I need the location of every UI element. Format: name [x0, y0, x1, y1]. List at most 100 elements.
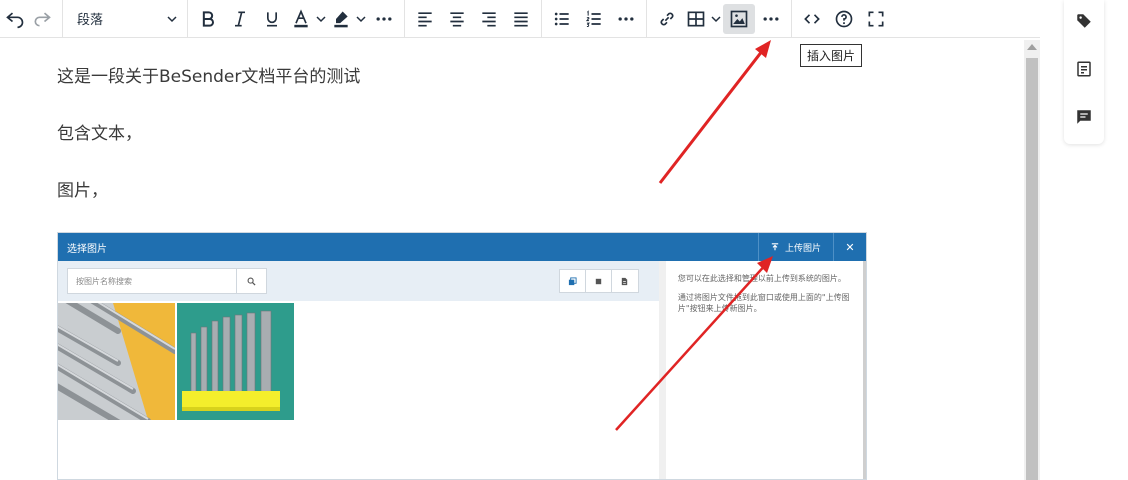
align-center-button[interactable]: [441, 4, 473, 34]
more-icon: [763, 16, 779, 21]
image-search-input: 按图片名称搜索: [67, 268, 267, 294]
editor-toolbar: 段落: [0, 0, 1040, 38]
help-button[interactable]: [828, 4, 860, 34]
redo-icon: [34, 12, 51, 26]
comment-button[interactable]: [1073, 106, 1095, 128]
embedded-image-dialog-screenshot[interactable]: 选择图片 上传图片 ✕ 按图片名称搜索 您可以在此选择和管理以前上传到系统的图片…: [57, 232, 867, 480]
text-color-dropdown[interactable]: [314, 4, 328, 34]
search-placeholder: 按图片名称搜索: [76, 276, 132, 286]
text-color-button[interactable]: [288, 4, 314, 34]
image-icon: [730, 10, 748, 27]
search-button: [236, 269, 266, 293]
view-medium-button: [586, 270, 612, 292]
text-style-group: [188, 0, 405, 38]
table-button[interactable]: [683, 4, 709, 34]
italic-icon: [235, 11, 245, 26]
undo-icon: [6, 12, 24, 28]
form-icon: [1077, 61, 1091, 77]
source-code-button[interactable]: [796, 4, 828, 34]
fullscreen-button[interactable]: [860, 4, 892, 34]
bold-button[interactable]: [192, 4, 224, 34]
align-justify-icon: [514, 11, 528, 26]
text-color-icon: [294, 8, 308, 27]
align-center-icon: [450, 11, 464, 26]
italic-button[interactable]: [224, 4, 256, 34]
screwdriver-bits-photo: [177, 303, 294, 420]
scroll-up-icon[interactable]: [1027, 44, 1037, 50]
underline-icon: [267, 11, 277, 26]
table-split: [683, 4, 723, 34]
file-icon: [622, 277, 628, 285]
right-sidebar: [1064, 0, 1104, 144]
dialog-close-button: ✕: [845, 240, 855, 254]
view-list-button: [612, 270, 638, 292]
table-dropdown[interactable]: [709, 4, 723, 34]
chevron-down-icon: [316, 15, 326, 22]
images-icon: [568, 276, 577, 285]
view-mode-buttons: [558, 269, 639, 293]
tag-icon: [1077, 14, 1091, 28]
bold-icon: [202, 10, 214, 27]
highlighter-icon: [334, 11, 348, 27]
dialog-title: 选择图片: [67, 243, 107, 255]
block-format-value: 段落: [77, 13, 104, 28]
redo-button[interactable]: [26, 4, 58, 34]
align-group: [405, 0, 542, 38]
chevron-down-icon: [711, 15, 721, 22]
help-text: 通过将图片文件拖到此窗口或使用上面的"上传图片"按钮来上传新图片。: [677, 293, 850, 313]
paragraph[interactable]: 包含文本，: [57, 119, 1017, 176]
more-icon: [618, 16, 634, 21]
upload-image-button: 上传图片: [757, 233, 834, 261]
block-format-select[interactable]: 段落: [67, 4, 183, 34]
scrollbar-thumb[interactable]: [1026, 58, 1038, 480]
highlight-color-dropdown[interactable]: [354, 4, 368, 34]
history-group: [0, 0, 63, 38]
align-right-icon: [482, 11, 496, 26]
bullet-list-button[interactable]: [546, 4, 578, 34]
format-group: 段落: [63, 0, 188, 38]
highlight-color-button[interactable]: [328, 4, 354, 34]
more-insert-button[interactable]: [755, 4, 787, 34]
dialog-actions: 上传图片 ✕: [757, 233, 866, 261]
table-icon: [687, 11, 705, 26]
more-list-button[interactable]: [610, 4, 642, 34]
comment-icon: [1077, 110, 1091, 124]
image-thumbnail: [58, 303, 175, 420]
tag-button[interactable]: [1073, 10, 1095, 32]
link-icon: [660, 12, 674, 25]
tools-group: [792, 0, 896, 38]
upload-icon: [771, 243, 779, 251]
numbered-list-icon: [585, 9, 601, 27]
code-icon: [804, 13, 820, 24]
list-group: [542, 0, 647, 38]
vertical-scrollbar[interactable]: [1024, 40, 1040, 480]
align-right-button[interactable]: [473, 4, 505, 34]
fullscreen-icon: [868, 11, 884, 26]
image-small-icon: [595, 278, 602, 284]
more-text-button[interactable]: [368, 4, 400, 34]
align-left-button[interactable]: [409, 4, 441, 34]
help-text: 您可以在此选择和管理以前上传到系统的图片。: [677, 274, 846, 283]
undo-button[interactable]: [4, 4, 26, 34]
chevron-down-icon: [167, 15, 177, 22]
help-icon: [835, 10, 853, 27]
view-large-button: [560, 270, 586, 292]
paragraph[interactable]: 图片，: [57, 176, 1017, 233]
bullet-list-icon: [554, 12, 569, 25]
paragraph[interactable]: 这是一段关于BeSender文档平台的测试: [57, 62, 1017, 119]
insert-image-button[interactable]: [723, 3, 755, 34]
highlight-color-split: [328, 4, 368, 34]
image-thumbnail: [177, 303, 294, 420]
search-icon: [247, 277, 256, 286]
editor-screen: 段落 插入图片 这是一段关于BeSender文档平台的测试 包含文本， 图片， …: [0, 0, 1128, 480]
editor-content[interactable]: 这是一段关于BeSender文档平台的测试 包含文本， 图片，: [57, 62, 1017, 233]
more-icon: [376, 16, 392, 21]
numbered-list-button[interactable]: [578, 4, 610, 34]
form-button[interactable]: [1073, 58, 1095, 80]
underline-button[interactable]: [256, 4, 288, 34]
link-button[interactable]: [651, 4, 683, 34]
hex-bits-photo: [58, 303, 175, 420]
align-justify-button[interactable]: [505, 4, 537, 34]
dialog-gallery-pane: 按图片名称搜索: [58, 261, 659, 479]
upload-image-label: 上传图片: [784, 243, 821, 254]
